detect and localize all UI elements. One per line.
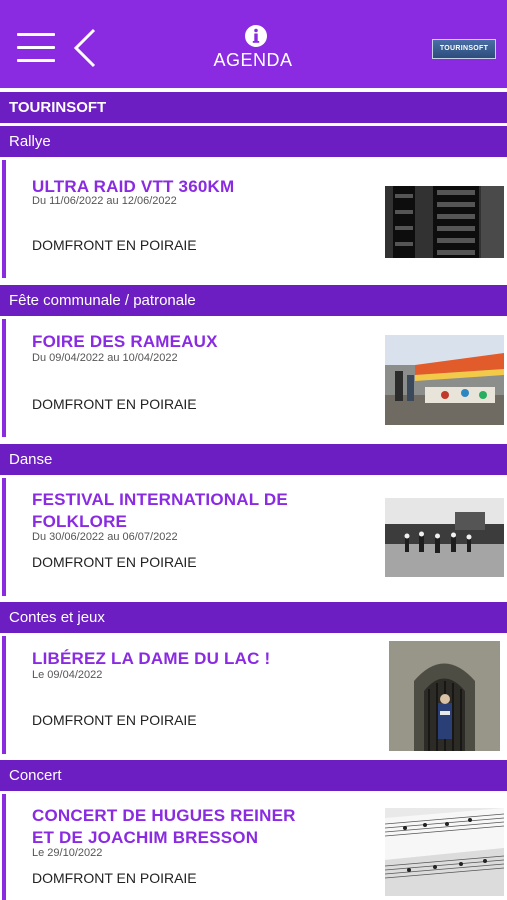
event-date: Du 30/06/2022 au 06/07/2022 [32, 531, 178, 543]
event-thumbnail [385, 335, 504, 425]
event-date: Du 09/04/2022 au 10/04/2022 [32, 352, 178, 364]
card-accent-bar [2, 478, 6, 596]
sheet-music-image [385, 808, 504, 896]
event-title-line2: FOLKLORE [32, 512, 128, 531]
event-title: FESTIVAL INTERNATIONAL DE [32, 490, 288, 509]
event-thumbnail [385, 186, 504, 258]
category-header: Contes et jeux [0, 602, 507, 633]
category-header: Danse [0, 444, 507, 475]
back-arrow-icon[interactable] [72, 28, 98, 68]
event-thumbnail [385, 498, 504, 577]
event-date: Le 09/04/2022 [32, 669, 103, 681]
event-location: DOMFRONT EN POIRAIE [32, 237, 197, 253]
event-title: LIBÉREZ LA DAME DU LAC ! [32, 649, 271, 668]
category-header: Concert [0, 760, 507, 791]
event-date: Du 11/06/2022 au 12/06/2022 [32, 195, 177, 207]
market-image [385, 335, 504, 425]
event-card[interactable]: CONCERT DE HUGUES REINER ET DE JOACHIM B… [0, 794, 507, 900]
info-icon[interactable] [244, 24, 268, 48]
event-thumbnail [385, 808, 504, 896]
card-accent-bar [2, 636, 6, 754]
event-title: CONCERT DE HUGUES REINER [32, 806, 296, 825]
event-date: Le 29/10/2022 [32, 847, 103, 859]
folk-dancers-image [385, 498, 504, 577]
event-location: DOMFRONT EN POIRAIE [32, 712, 197, 728]
bike-tire-image [385, 186, 504, 258]
menu-icon[interactable] [17, 33, 55, 63]
top-app-bar: AGENDA TOURINSOFT [0, 0, 507, 88]
card-accent-bar [2, 160, 6, 278]
event-location: DOMFRONT EN POIRAIE [32, 554, 197, 570]
event-card[interactable]: FOIRE DES RAMEAUX Du 09/04/2022 au 10/04… [0, 319, 507, 440]
category-header: Fête communale / patronale [0, 285, 507, 316]
event-title: FOIRE DES RAMEAUX [32, 332, 218, 351]
tourinsoft-logo: TOURINSOFT [432, 39, 496, 59]
card-accent-bar [2, 794, 6, 900]
event-card[interactable]: FESTIVAL INTERNATIONAL DE FOLKLORE Du 30… [0, 478, 507, 599]
card-accent-bar [2, 319, 6, 437]
stone-doorway-image [389, 641, 500, 751]
page-title: AGENDA [213, 50, 293, 70]
event-location: DOMFRONT EN POIRAIE [32, 396, 197, 412]
event-thumbnail [389, 641, 500, 751]
event-title-line2: ET DE JOACHIM BRESSON [32, 828, 259, 847]
event-location: DOMFRONT EN POIRAIE [32, 870, 197, 886]
event-card[interactable]: LIBÉREZ LA DAME DU LAC ! Le 09/04/2022 D… [0, 636, 507, 757]
source-section-header: TOURINSOFT [0, 92, 507, 123]
event-card[interactable]: ULTRA RAID VTT 360KM Du 11/06/2022 au 12… [0, 160, 507, 281]
category-header: Rallye [0, 126, 507, 157]
